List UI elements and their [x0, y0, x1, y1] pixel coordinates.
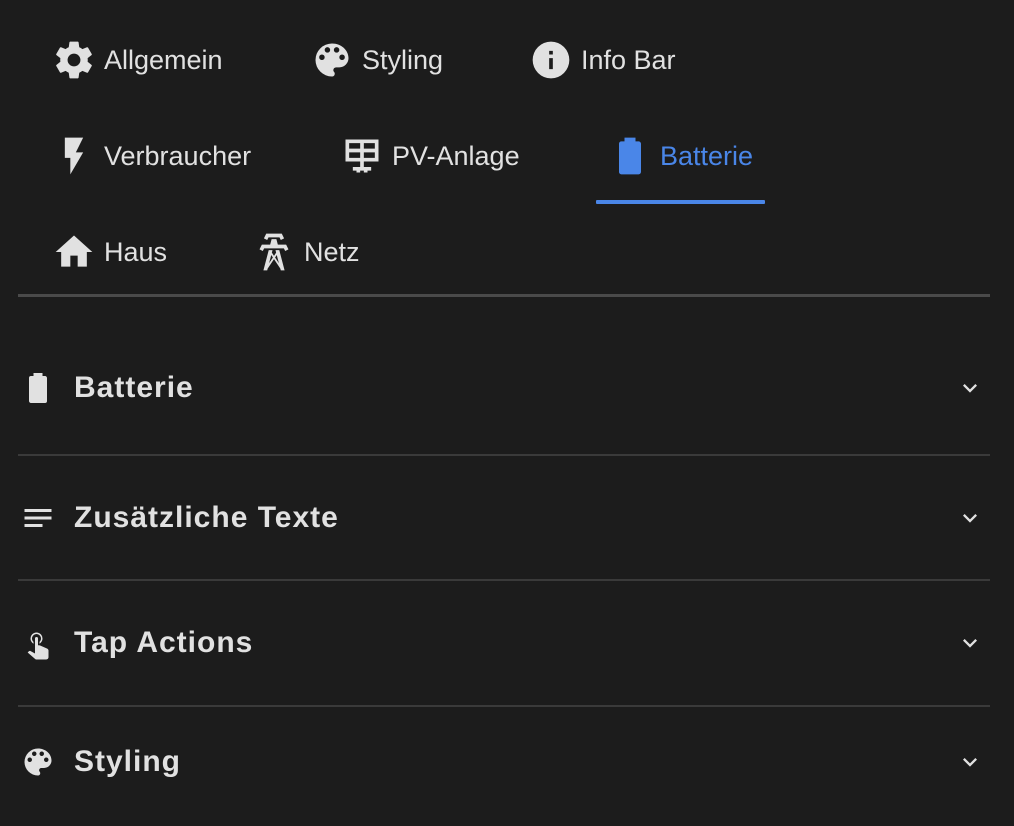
panel-styling[interactable]: Styling — [18, 707, 990, 817]
battery-icon — [18, 368, 58, 408]
panel-title: Zusätzliche Texte — [74, 500, 339, 534]
tab-label: Haus — [104, 236, 168, 267]
lightning-icon — [52, 134, 96, 178]
tab-styling[interactable]: Styling — [310, 12, 443, 108]
tab-bar: Allgemein Styling Info Bar Verbraucher P… — [18, 0, 990, 297]
tab-pv-anlage[interactable]: PV-Anlage — [340, 108, 520, 204]
gear-icon — [52, 38, 96, 82]
transmission-tower-icon — [252, 230, 296, 274]
chevron-down-icon[interactable] — [956, 629, 984, 657]
tab-batterie[interactable]: Batterie — [596, 108, 766, 204]
solar-panel-icon — [340, 134, 384, 178]
panel-batterie[interactable]: Batterie — [18, 322, 990, 456]
panel-tap-actions[interactable]: Tap Actions — [18, 581, 990, 707]
tab-label: Netz — [304, 236, 360, 267]
tab-allgemein[interactable]: Allgemein — [52, 12, 223, 108]
panel-title: Batterie — [74, 371, 194, 404]
battery-icon — [608, 134, 652, 178]
text-lines-icon — [18, 498, 58, 538]
chevron-down-icon[interactable] — [956, 374, 984, 402]
tab-label: Info Bar — [581, 44, 676, 75]
palette-icon — [18, 742, 58, 782]
tab-label: Verbraucher — [104, 140, 252, 171]
panel-title: Styling — [74, 745, 182, 778]
tab-label: Allgemein — [104, 44, 223, 75]
tab-netz[interactable]: Netz — [252, 204, 360, 300]
tab-verbraucher[interactable]: Verbraucher — [52, 108, 251, 204]
tab-label: PV-Anlage — [392, 140, 520, 171]
palette-icon — [310, 38, 354, 82]
tab-label: Styling — [362, 44, 444, 75]
home-icon — [52, 230, 96, 274]
tab-info-bar[interactable]: Info Bar — [529, 12, 676, 108]
panel-title: Tap Actions — [74, 626, 254, 659]
panel-zusaetzliche-texte[interactable]: Zusätzliche Texte — [18, 456, 990, 581]
tab-haus[interactable]: Haus — [52, 204, 167, 300]
chevron-down-icon[interactable] — [956, 504, 984, 532]
info-icon — [529, 38, 573, 82]
tab-label: Batterie — [660, 140, 754, 171]
gesture-tap-icon — [18, 623, 58, 663]
active-tab-indicator — [596, 200, 766, 204]
chevron-down-icon[interactable] — [956, 748, 984, 776]
